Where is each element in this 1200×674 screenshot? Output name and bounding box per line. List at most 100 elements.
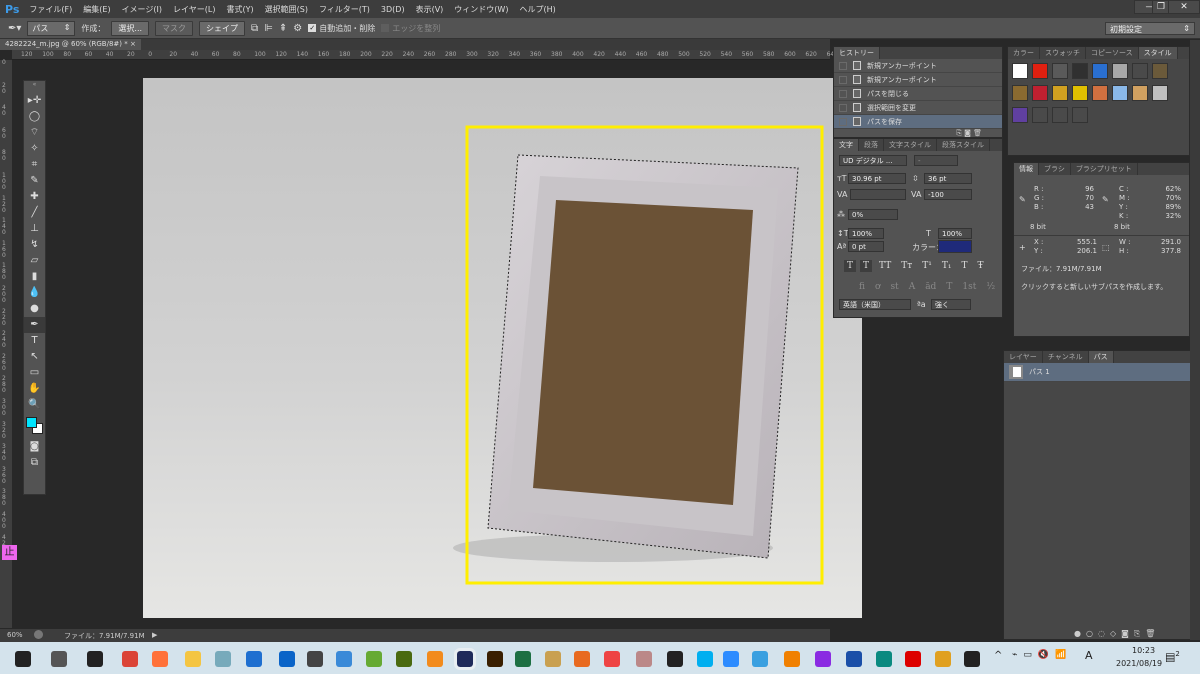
style-swatch[interactable]: [1012, 107, 1028, 123]
tab-paragraph[interactable]: 段落: [859, 139, 884, 151]
vertical-scale-field[interactable]: 100%: [848, 228, 884, 239]
style-swatch[interactable]: [1052, 85, 1068, 101]
illustrator-icon[interactable]: [487, 651, 503, 667]
tab-character[interactable]: 文字: [834, 139, 859, 151]
type-style-button[interactable]: T¹: [919, 260, 935, 272]
gradient-tool-icon[interactable]: ▮: [24, 269, 45, 285]
type-style-button[interactable]: T₁: [939, 260, 955, 272]
photos-icon[interactable]: [246, 651, 262, 667]
7zip-icon[interactable]: [667, 651, 683, 667]
menu-file[interactable]: ファイル(F): [29, 4, 72, 15]
style-swatch[interactable]: [1072, 63, 1088, 79]
recorder-icon[interactable]: [905, 651, 921, 667]
style-swatch[interactable]: [1032, 63, 1048, 79]
tab-paths[interactable]: パス: [1088, 351, 1114, 363]
snapshot-icon[interactable]: ◙: [964, 129, 971, 137]
style-swatch[interactable]: [1132, 63, 1148, 79]
pen-icon[interactable]: ✒▾: [8, 23, 21, 34]
file-explorer-icon[interactable]: [185, 651, 201, 667]
history-checkbox[interactable]: [839, 89, 847, 98]
leading-field[interactable]: 36 pt: [924, 173, 972, 184]
chrome-icon[interactable]: [122, 651, 138, 667]
paint-icon[interactable]: [636, 651, 652, 667]
style-swatch[interactable]: [1052, 63, 1068, 79]
path-select-tool-icon[interactable]: ↖: [24, 349, 45, 365]
tab-channels[interactable]: チャンネル: [1043, 351, 1089, 363]
baseline-shift-field[interactable]: 0 pt: [848, 241, 884, 252]
mode-select[interactable]: パス ⇕: [27, 20, 76, 36]
rectangle-tool-icon[interactable]: ▭: [24, 365, 45, 381]
menu-help[interactable]: ヘルプ(H): [519, 4, 555, 15]
settings-icon[interactable]: [307, 651, 323, 667]
clock-date[interactable]: 2021/08/19: [1116, 659, 1162, 668]
notepad-edit-icon[interactable]: [545, 651, 561, 667]
pen-tool-icon[interactable]: ✒: [24, 317, 45, 333]
horizontal-ruler[interactable]: 120 100 80 60 40 20 0 20 40 60 80 100 120 140 160 180 20…: [12, 50, 838, 60]
type-style-button[interactable]: TT: [876, 260, 894, 272]
style-swatch[interactable]: [1152, 85, 1168, 101]
windows-start-icon[interactable]: [15, 651, 31, 667]
add-mask-icon[interactable]: ◙: [1121, 629, 1134, 638]
align-edges-checkbox[interactable]: エッジを整列: [381, 23, 440, 34]
eraser-tool-icon[interactable]: ▱: [24, 253, 45, 269]
sublime-icon[interactable]: [427, 651, 443, 667]
outlook-icon[interactable]: [279, 651, 295, 667]
status-menu-arrow[interactable]: ▶: [152, 631, 157, 639]
blur-tool-icon[interactable]: 💧: [24, 285, 45, 301]
history-item[interactable]: 新規アンカーポイント: [834, 59, 1002, 73]
new-document-icon[interactable]: ⎘: [956, 129, 962, 137]
make-work-path-icon[interactable]: ◇: [1110, 629, 1121, 638]
share-icon[interactable]: [34, 630, 43, 639]
fill-path-icon[interactable]: ●: [1074, 629, 1086, 638]
menu-3d[interactable]: 3D(D): [381, 5, 405, 14]
tab-paragraph-styles[interactable]: 段落スタイル: [937, 139, 990, 151]
type-style-button[interactable]: T: [844, 260, 857, 272]
app-bear-icon[interactable]: [935, 651, 951, 667]
document-image[interactable]: [143, 78, 862, 618]
menu-edit[interactable]: 編集(E): [83, 4, 110, 15]
tray-icons[interactable]: ⌁▭🔇📶: [1012, 650, 1072, 660]
brush-tool-icon[interactable]: ╱: [24, 205, 45, 221]
select-button[interactable]: 選択...: [111, 20, 150, 36]
butterfly-icon[interactable]: [574, 651, 590, 667]
opentype-button[interactable]: ½: [983, 281, 998, 293]
style-swatch[interactable]: [1072, 85, 1088, 101]
screen-mode-icon[interactable]: ⧉: [24, 455, 45, 471]
zoom-icon[interactable]: [723, 651, 739, 667]
antialias-select[interactable]: 強く: [931, 299, 971, 310]
tab-layers[interactable]: レイヤー: [1004, 351, 1043, 363]
font-style-select[interactable]: -: [914, 155, 958, 166]
menu-layer[interactable]: レイヤー(L): [173, 4, 215, 15]
style-swatch[interactable]: [1092, 63, 1108, 79]
style-swatch[interactable]: [1012, 63, 1028, 79]
trash-icon[interactable]: 🗑: [973, 129, 982, 137]
zoom-tool-icon[interactable]: 🔍: [24, 397, 45, 413]
music-icon[interactable]: [846, 651, 862, 667]
collapsed-panel-strip[interactable]: [1190, 40, 1200, 640]
tab-history[interactable]: ヒストリー: [834, 47, 880, 59]
photoshop-icon[interactable]: [454, 648, 476, 670]
tab-swatches[interactable]: スウォッチ: [1040, 47, 1086, 59]
style-swatch[interactable]: [1092, 85, 1108, 101]
excel-icon[interactable]: [515, 651, 531, 667]
history-brush-tool-icon[interactable]: ↯: [24, 237, 45, 253]
quick-mask-icon[interactable]: ◙: [24, 439, 45, 455]
tab-character-styles[interactable]: 文字スタイル: [884, 139, 937, 151]
opentype-button[interactable]: ād: [922, 281, 939, 293]
tab-color[interactable]: カラー: [1008, 47, 1040, 59]
firefox-icon[interactable]: [152, 651, 168, 667]
search-icon[interactable]: [51, 651, 67, 667]
menu-image[interactable]: イメージ(I): [122, 4, 162, 15]
clock-time[interactable]: 10:23: [1132, 646, 1155, 655]
load-selection-icon[interactable]: ◌: [1098, 629, 1110, 638]
type-style-button[interactable]: T: [958, 260, 970, 272]
close-tab-icon[interactable]: ×: [130, 40, 136, 48]
vlc-icon[interactable]: [784, 651, 800, 667]
history-item[interactable]: 新規アンカーポイント: [834, 73, 1002, 87]
move-tool-icon[interactable]: ▸✛: [24, 93, 45, 109]
style-swatch[interactable]: [1132, 85, 1148, 101]
eyedropper-tool-icon[interactable]: ✎: [24, 173, 45, 189]
contacts-icon[interactable]: [336, 651, 352, 667]
language-select[interactable]: 英語（米国）: [839, 299, 911, 310]
opentype-button[interactable]: ơ: [872, 281, 883, 293]
